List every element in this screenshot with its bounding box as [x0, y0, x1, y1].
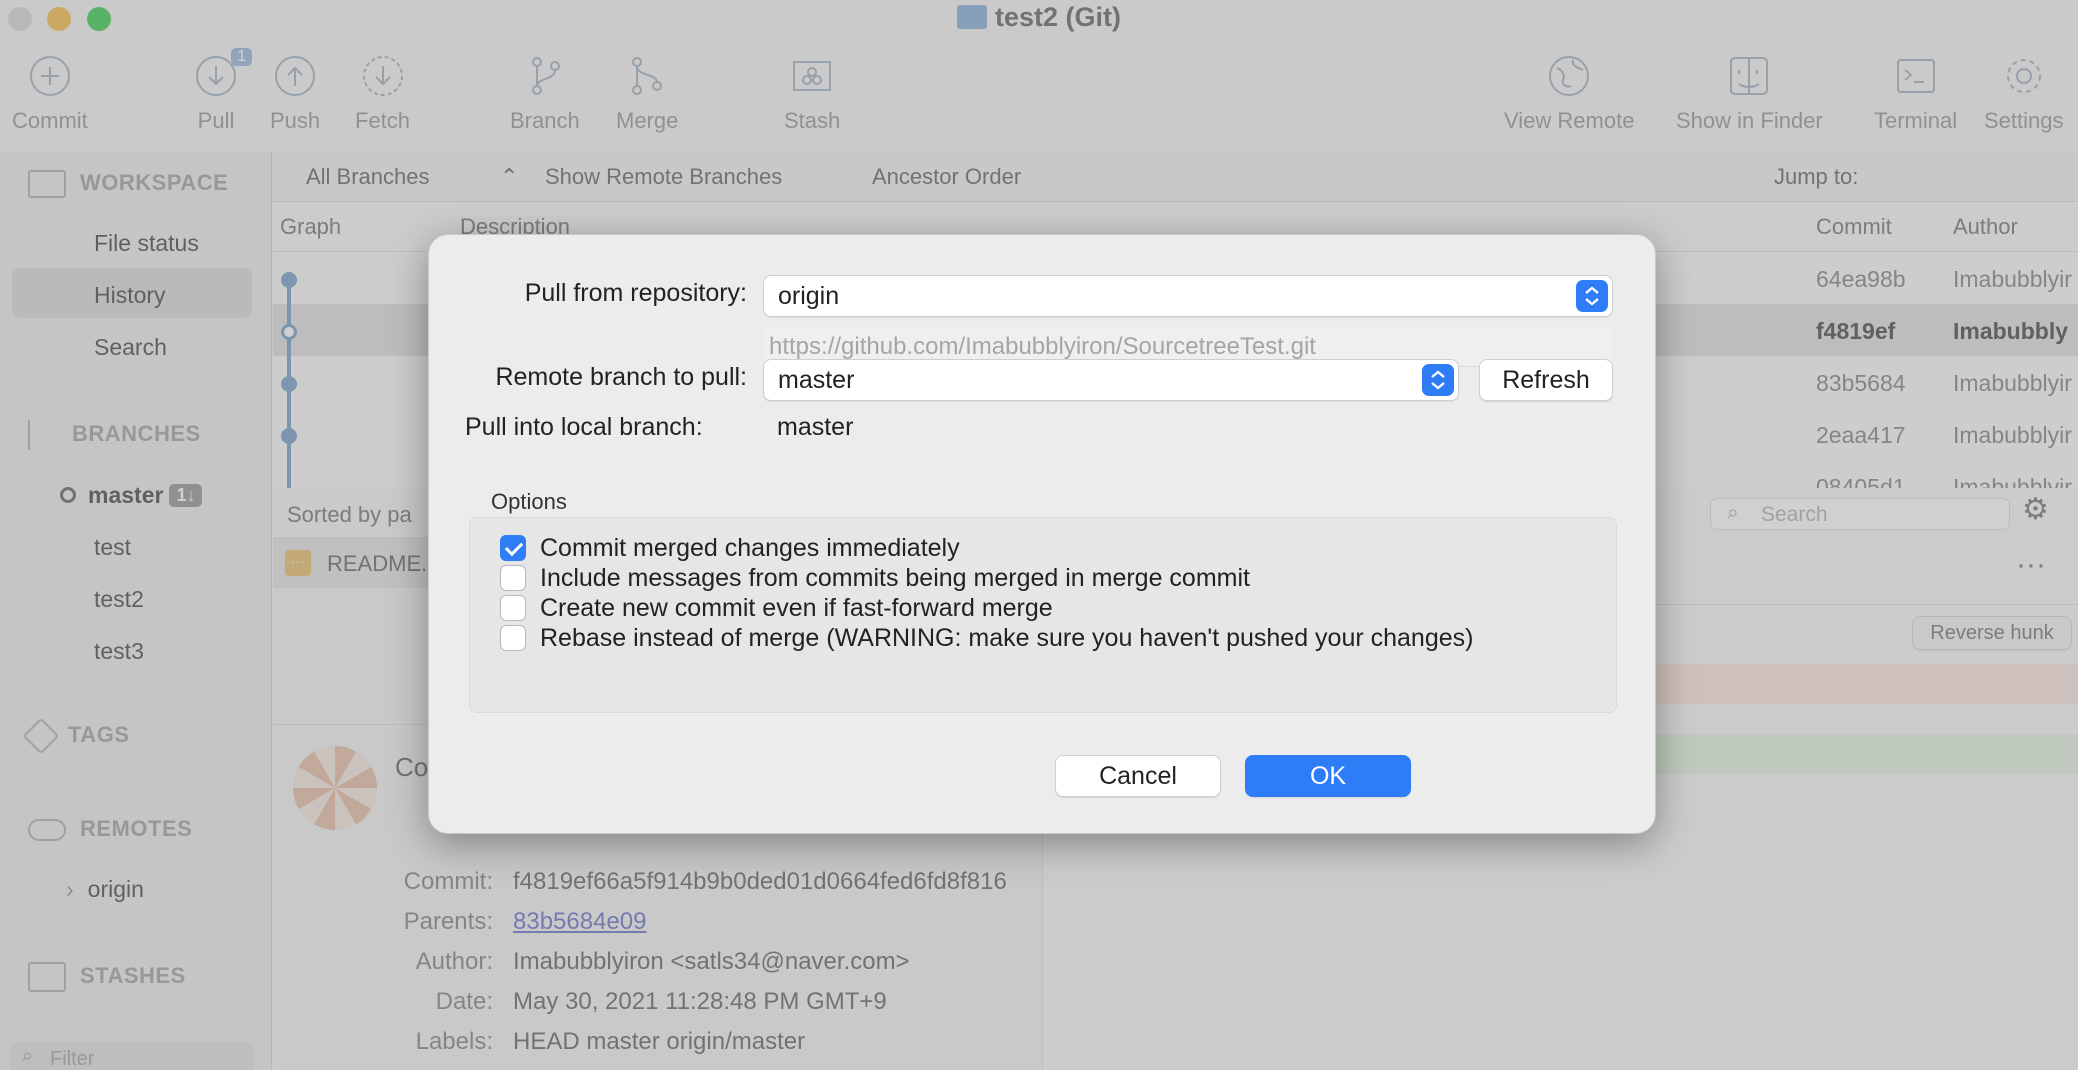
pull-dialog: Pull from repository: origin https://git…: [428, 234, 1656, 834]
option-create-new-commit[interactable]: Create new commit even if fast-forward m…: [500, 594, 1053, 623]
remote-branch-value: master: [778, 366, 855, 394]
local-branch-value: master: [777, 413, 854, 441]
option-label: Commit merged changes immediately: [540, 534, 960, 562]
option-include-messages[interactable]: Include messages from commits being merg…: [500, 564, 1250, 593]
pull-from-value: origin: [778, 282, 840, 310]
local-branch-label: Pull into local branch:: [465, 413, 703, 441]
updown-chevron-icon: [1576, 280, 1608, 312]
pull-from-label: Pull from repository:: [524, 279, 747, 307]
option-label: Rebase instead of merge (WARNING: make s…: [540, 624, 1474, 652]
option-label: Create new commit even if fast-forward m…: [540, 594, 1053, 622]
updown-chevron-icon: [1422, 364, 1454, 396]
options-title: Options: [491, 489, 567, 514]
remote-branch-label: Remote branch to pull:: [495, 363, 747, 391]
refresh-button[interactable]: Refresh: [1479, 359, 1613, 401]
pull-from-select[interactable]: origin: [763, 275, 1613, 317]
option-rebase[interactable]: Rebase instead of merge (WARNING: make s…: [500, 624, 1473, 653]
checkbox[interactable]: [500, 565, 526, 591]
option-label: Include messages from commits being merg…: [540, 564, 1250, 592]
checkbox[interactable]: [500, 595, 526, 621]
ok-button[interactable]: OK: [1245, 755, 1411, 797]
options-group: Commit merged changes immediately Includ…: [469, 517, 1617, 713]
cancel-button[interactable]: Cancel: [1055, 755, 1221, 797]
remote-branch-select[interactable]: master: [763, 359, 1459, 401]
checkbox[interactable]: [500, 625, 526, 651]
option-commit-immediately[interactable]: Commit merged changes immediately: [500, 534, 960, 563]
checkbox-checked[interactable]: [500, 535, 526, 561]
